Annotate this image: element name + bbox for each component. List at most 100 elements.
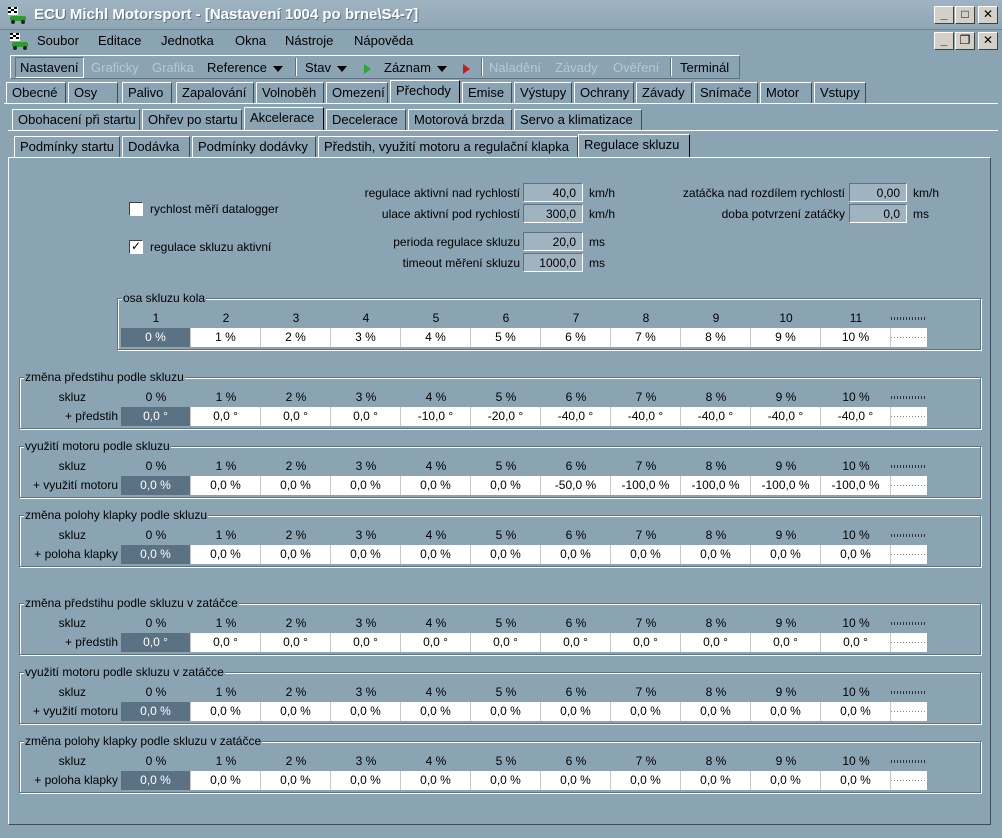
- value-cell[interactable]: 0,0 %: [471, 545, 541, 564]
- race-car-icon[interactable]: [8, 31, 30, 51]
- tab-zapalovani[interactable]: Zapalování: [176, 82, 254, 103]
- tab-motorova-brzda[interactable]: Motorová brzda: [408, 109, 512, 130]
- tab-servo-a-klimatizace[interactable]: Servo a klimatizace: [514, 109, 642, 130]
- record-stop-button[interactable]: [463, 60, 470, 75]
- value-cell[interactable]: 0,0 °: [681, 633, 751, 652]
- value-cell[interactable]: 0,0 %: [541, 545, 611, 564]
- value-cell[interactable]: -100,0 %: [611, 476, 681, 495]
- tab-vstupy[interactable]: Vstupy: [814, 82, 866, 103]
- zavady-button[interactable]: Závady: [555, 60, 598, 75]
- value-cell[interactable]: 0,0 %: [121, 702, 191, 721]
- naladeni-button[interactable]: Naladění: [489, 60, 541, 75]
- grafika-button[interactable]: Grafika: [152, 60, 194, 75]
- value-cell[interactable]: 0,0 %: [751, 771, 821, 790]
- value-cell[interactable]: 0,0 %: [261, 476, 331, 495]
- value-cell[interactable]: 0,0 %: [821, 771, 891, 790]
- param-value[interactable]: 0,00: [849, 183, 907, 202]
- datalogger-checkbox[interactable]: [129, 202, 143, 216]
- axis-more-cell[interactable]: [891, 328, 927, 347]
- value-cell[interactable]: -40,0 °: [541, 407, 611, 426]
- value-cell[interactable]: 0,0 %: [331, 545, 401, 564]
- more-cell[interactable]: [891, 633, 927, 652]
- param-value[interactable]: 0,0: [849, 204, 907, 223]
- more-cell[interactable]: [891, 771, 927, 790]
- menu-jednotka[interactable]: Jednotka: [161, 33, 214, 48]
- value-cell[interactable]: 0,0 °: [191, 407, 261, 426]
- value-cell[interactable]: 0,0 %: [681, 702, 751, 721]
- value-cell[interactable]: 0,0 %: [191, 771, 261, 790]
- menu-nastroje[interactable]: Nástroje: [285, 33, 333, 48]
- value-cell[interactable]: 0,0 °: [471, 633, 541, 652]
- value-cell[interactable]: 0,0 °: [331, 633, 401, 652]
- tab-ochrany[interactable]: Ochrany: [574, 82, 634, 103]
- value-cell[interactable]: 0,0 %: [751, 702, 821, 721]
- value-cell[interactable]: -40,0 °: [821, 407, 891, 426]
- reference-button[interactable]: Reference: [207, 60, 283, 75]
- minimize-button[interactable]: _: [934, 6, 954, 24]
- tab-decelerace[interactable]: Decelerace: [326, 109, 406, 130]
- stav-button[interactable]: Stav: [305, 60, 348, 75]
- value-cell[interactable]: -100,0 %: [681, 476, 751, 495]
- param-value[interactable]: 300,0: [523, 204, 583, 223]
- value-cell[interactable]: 0,0 °: [121, 633, 191, 652]
- tab-osy[interactable]: Osy: [68, 82, 118, 103]
- tab-emise[interactable]: Emise: [462, 82, 512, 103]
- menu-soubor[interactable]: Soubor: [37, 33, 79, 48]
- value-cell[interactable]: 0,0 %: [401, 476, 471, 495]
- value-cell[interactable]: 0,0 °: [751, 633, 821, 652]
- value-cell[interactable]: -50,0 %: [541, 476, 611, 495]
- more-cell[interactable]: [891, 476, 927, 495]
- value-cell[interactable]: 0,0 %: [541, 702, 611, 721]
- axis-cell[interactable]: 8 %: [681, 328, 751, 347]
- value-cell[interactable]: 0,0 °: [261, 407, 331, 426]
- value-cell[interactable]: 0,0 °: [611, 633, 681, 652]
- nastaveni-button[interactable]: Nastavení: [15, 57, 84, 78]
- value-cell[interactable]: 0,0 %: [681, 545, 751, 564]
- value-cell[interactable]: 0,0 %: [191, 702, 261, 721]
- tab-zavady[interactable]: Závady: [636, 82, 692, 103]
- menu-okna[interactable]: Okna: [235, 33, 266, 48]
- value-cell[interactable]: -40,0 °: [751, 407, 821, 426]
- value-cell[interactable]: -10,0 °: [401, 407, 471, 426]
- tab-volnobeh[interactable]: Volnoběh: [256, 82, 324, 103]
- axis-cell[interactable]: 9 %: [751, 328, 821, 347]
- value-cell[interactable]: 0,0 %: [331, 476, 401, 495]
- value-cell[interactable]: 0,0 %: [191, 545, 261, 564]
- terminal-button[interactable]: Terminál: [680, 60, 729, 75]
- value-cell[interactable]: 0,0 %: [821, 702, 891, 721]
- mdi-close-button[interactable]: ✕: [978, 32, 998, 50]
- tab-podminky-dodavky[interactable]: Podmínky dodávky: [192, 136, 316, 157]
- param-value[interactable]: 20,0: [523, 232, 583, 251]
- value-cell[interactable]: 0,0 %: [471, 771, 541, 790]
- maximize-button[interactable]: □: [955, 6, 975, 24]
- value-cell[interactable]: 0,0 %: [401, 545, 471, 564]
- more-cell[interactable]: [891, 407, 927, 426]
- value-cell[interactable]: -100,0 %: [751, 476, 821, 495]
- axis-cell[interactable]: 0 %: [121, 328, 191, 347]
- value-cell[interactable]: 0,0 %: [261, 545, 331, 564]
- value-cell[interactable]: 0,0 %: [121, 476, 191, 495]
- value-cell[interactable]: 0,0 %: [331, 771, 401, 790]
- value-cell[interactable]: 0,0 °: [541, 633, 611, 652]
- more-cell[interactable]: [891, 545, 927, 564]
- value-cell[interactable]: 0,0 °: [821, 633, 891, 652]
- tab-prechody[interactable]: Přechody: [390, 80, 460, 103]
- tab-vystupy[interactable]: Výstupy: [514, 82, 572, 103]
- tab-omezeni[interactable]: Omezení: [326, 82, 388, 103]
- value-cell[interactable]: 0,0 %: [401, 771, 471, 790]
- value-cell[interactable]: 0,0 %: [471, 702, 541, 721]
- value-cell[interactable]: 0,0 %: [261, 771, 331, 790]
- mdi-restore-button[interactable]: ❐: [955, 32, 975, 50]
- value-cell[interactable]: 0,0 %: [611, 771, 681, 790]
- value-cell[interactable]: -40,0 °: [611, 407, 681, 426]
- value-cell[interactable]: 0,0 %: [331, 702, 401, 721]
- axis-cell[interactable]: 6 %: [541, 328, 611, 347]
- tab-obecne[interactable]: Obecné: [6, 82, 66, 103]
- tab-regulace-skluzu[interactable]: Regulace skluzu: [578, 134, 690, 157]
- tab-snimace[interactable]: Snímače: [694, 82, 758, 103]
- value-cell[interactable]: -100,0 %: [821, 476, 891, 495]
- value-cell[interactable]: 0,0 %: [821, 545, 891, 564]
- value-cell[interactable]: 0,0 °: [261, 633, 331, 652]
- param-value[interactable]: 1000,0: [523, 253, 583, 272]
- value-cell[interactable]: 0,0 %: [751, 545, 821, 564]
